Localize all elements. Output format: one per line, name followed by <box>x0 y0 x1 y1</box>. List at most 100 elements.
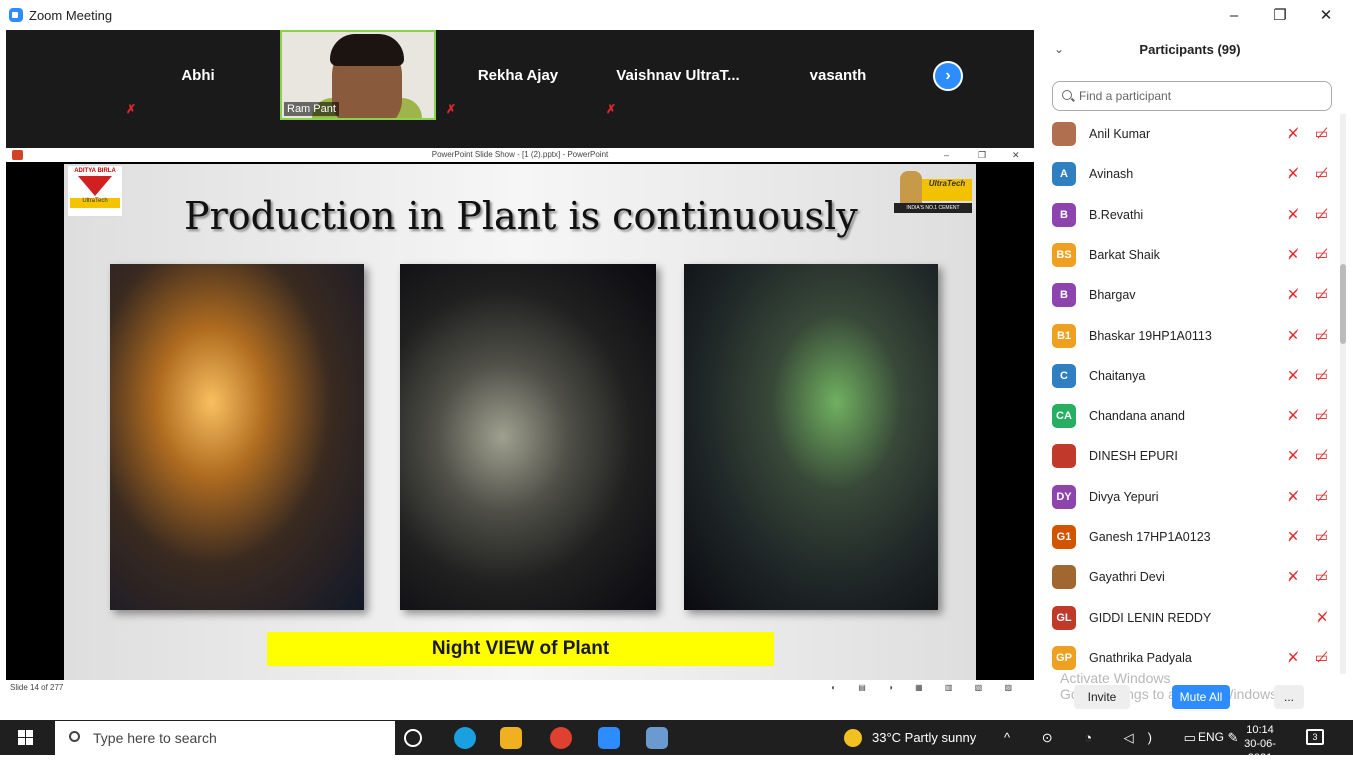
language-indicator[interactable]: ENG <box>1198 720 1224 755</box>
plant-photo-1 <box>110 264 364 610</box>
participant-name: Chaitanya <box>1089 368 1146 383</box>
invite-button[interactable]: Invite <box>1074 685 1130 709</box>
video-tile-active[interactable]: Ram Pant <box>280 30 436 120</box>
participant-row[interactable]: Anil Kumar ✕̸ ▭̸ <box>1034 114 1340 154</box>
search-icon <box>69 731 80 742</box>
participant-row[interactable]: Gayathri Devi ✕̸ ▭̸ <box>1034 557 1340 597</box>
slide-caption: Night VIEW of Plant <box>267 632 774 666</box>
chrome-icon[interactable] <box>550 727 572 749</box>
view-icons[interactable]: ◐ ▤ ◑ ▦ ▥ ▧ ▨ <box>831 680 1022 696</box>
participant-row[interactable]: DINESH EPURI ✕̸ ▭̸ <box>1034 436 1340 476</box>
zoom-window: Zoom Meeting – ❐ ✕ Abhi ✗ Ram Pant Rekha… <box>0 0 1353 764</box>
clock[interactable]: 10:14 30-06-2021 <box>1232 723 1288 765</box>
slide-counter: Slide 14 of 277 <box>10 683 64 692</box>
mute-video-off-icon: ✕̸ ▭̸ <box>1287 568 1334 585</box>
participant-row[interactable]: CA Chandana anand ✕̸ ▭̸ <box>1034 396 1340 436</box>
search-input[interactable]: Find a participant <box>1052 81 1332 111</box>
logo-text: UltraTech <box>922 179 972 201</box>
taskbar-search-placeholder: Type here to search <box>93 730 217 746</box>
title-bar: Zoom Meeting – ❐ ✕ <box>0 0 1353 30</box>
participant-row[interactable]: A Avinash ✕̸ ▭̸ <box>1034 154 1340 194</box>
search-placeholder: Find a participant <box>1079 89 1172 103</box>
clock-date: 30-06-2021 <box>1244 738 1276 764</box>
video-tile[interactable]: Rekha Ajay ✗ <box>440 30 596 120</box>
plant-photo-3 <box>684 264 938 610</box>
participant-row[interactable]: B Bhargav ✕̸ ▭̸ <box>1034 275 1340 315</box>
participant-name: Bhargav <box>1089 288 1136 303</box>
avatar: GP <box>1052 645 1076 670</box>
avatar <box>1052 444 1076 469</box>
plant-photo-2 <box>400 264 656 610</box>
participant-name: Gayathri Devi <box>1089 570 1165 585</box>
logo-text: ADITYA BIRLA <box>74 168 116 174</box>
mute-video-off-icon: ✕̸ ▭̸ <box>1287 326 1334 343</box>
powerpoint-icon <box>12 150 23 160</box>
mute-video-off-icon: ✕̸ ▭̸ <box>1287 447 1334 464</box>
avatar: A <box>1052 162 1076 187</box>
window-title: Zoom Meeting <box>29 7 113 23</box>
participant-row[interactable]: BS Barkat Shaik ✕̸ ▭̸ <box>1034 235 1340 275</box>
scroll-thumb[interactable] <box>1340 264 1346 344</box>
weather-icon[interactable] <box>844 729 862 747</box>
notification-icon[interactable]: 3 <box>1306 729 1324 745</box>
shared-screen: PowerPoint Slide Show - [1 (2).pptx] - P… <box>6 148 1034 696</box>
participant-name: Vaishnav UltraT... <box>616 66 740 84</box>
participant-name: Avinash <box>1089 167 1134 182</box>
ppt-title-bar: PowerPoint Slide Show - [1 (2).pptx] - P… <box>6 148 1034 162</box>
logo-tagline: INDIA'S NO.1 CEMENT <box>894 203 972 213</box>
participant-list: Anil Kumar ✕̸ ▭̸ A Avinash ✕̸ ▭̸ B B.Revathi ✕̸… <box>1034 114 1340 670</box>
avatar: G1 <box>1052 525 1076 549</box>
windows-start-icon[interactable] <box>18 730 34 746</box>
paint-icon[interactable] <box>646 727 668 749</box>
panel-footer: Invite Mute All ... <box>1034 680 1353 720</box>
taskbar: Type here to search 33°C Partly sunny ^ … <box>0 720 1353 764</box>
mute-video-off-icon: ✕̸ ▭̸ <box>1287 205 1334 222</box>
participant-name: Gnathrika Padyala <box>1089 650 1192 665</box>
mute-video-off-icon: ✕̸ ▭̸ <box>1287 528 1334 544</box>
more-button[interactable]: ... <box>1274 685 1304 709</box>
mute-all-button[interactable]: Mute All <box>1172 685 1230 709</box>
participant-name: B.Revathi <box>1089 207 1144 222</box>
participant-name: Abhi <box>181 66 215 84</box>
mute-video-off-icon: ✕̸ ▭̸ <box>1287 286 1334 303</box>
participant-name: Divya Yepuri <box>1089 489 1159 504</box>
participant-hair <box>330 34 404 66</box>
video-strip: Abhi ✗ Ram Pant Rekha Ajay ✗ Vaishnav Ul… <box>6 30 1034 148</box>
weather-text[interactable]: 33°C Partly sunny <box>872 720 976 755</box>
taskbar-search[interactable]: Type here to search <box>55 721 395 755</box>
participant-row[interactable]: B1 Bhaskar 19HP1A0113 ✕̸ ▭̸ <box>1034 316 1340 356</box>
video-tile[interactable]: vasanth <box>760 30 916 120</box>
zoom-taskbar-icon[interactable] <box>598 727 620 749</box>
cortana-icon[interactable] <box>404 729 422 747</box>
avatar <box>1052 122 1076 146</box>
avatar: B <box>1052 202 1076 227</box>
close-button[interactable]: ✕ <box>1303 0 1349 30</box>
participant-row[interactable]: C Chaitanya ✕̸ ▭̸ <box>1034 356 1340 396</box>
video-tile[interactable]: Abhi ✗ <box>120 30 276 120</box>
participant-row[interactable]: GL GIDDI LENIN REDDY ✕̸ <box>1034 598 1340 638</box>
participant-row[interactable]: GP Gnathrika Padyala ✕̸ ▭̸ <box>1034 638 1340 670</box>
file-explorer-icon[interactable] <box>500 727 522 749</box>
participant-name: Barkat Shaik <box>1089 247 1160 262</box>
avatar: GL <box>1052 605 1076 630</box>
ppt-window-title: PowerPoint Slide Show - [1 (2).pptx] - P… <box>431 150 609 159</box>
avatar: C <box>1052 363 1076 388</box>
next-page-icon[interactable]: › <box>933 61 963 91</box>
participant-name: DINESH EPURI <box>1089 449 1178 464</box>
participant-row[interactable]: B B.Revathi ✕̸ ▭̸ <box>1034 195 1340 235</box>
mic-muted-icon: ✗ <box>126 102 137 116</box>
edge-icon[interactable] <box>454 727 476 749</box>
ppt-close-icon: ✕ <box>1012 150 1020 160</box>
mic-muted-icon: ✗ <box>446 102 457 116</box>
logo-figure <box>900 171 922 205</box>
video-tile[interactable]: Vaishnav UltraT... ✗ <box>600 30 756 120</box>
scrollbar[interactable] <box>1340 114 1346 674</box>
avatar: B1 <box>1052 323 1076 348</box>
participant-row[interactable]: G1 Ganesh 17HP1A0123 ✕̸ ▭̸ <box>1034 517 1340 557</box>
restore-button[interactable]: ❐ <box>1257 0 1303 30</box>
ppt-status-bar: Slide 14 of 277 ◐ ▤ ◑ ▦ ▥ ▧ ▨ <box>6 680 1034 696</box>
participant-row[interactable]: DY Divya Yepuri ✕̸ ▭̸ <box>1034 477 1340 517</box>
participant-name: GIDDI LENIN REDDY <box>1089 610 1212 625</box>
slide: ADITYA BIRLA UltraTech Production in Pla… <box>64 164 976 680</box>
minimize-button[interactable]: – <box>1211 0 1257 30</box>
